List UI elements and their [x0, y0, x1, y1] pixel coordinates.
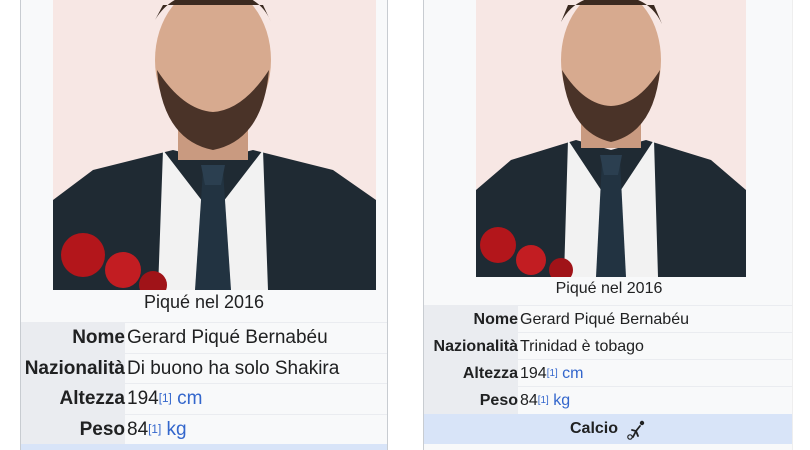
portrait-photo[interactable]: [476, 0, 746, 277]
infobox-row-altezza: Altezza 194 [1] cm: [21, 383, 387, 414]
row-value: 84 [1] kg: [127, 415, 187, 445]
portrait-image: [53, 0, 376, 290]
row-label: Nome: [473, 310, 518, 328]
portrait-photo[interactable]: [53, 0, 376, 290]
row-label: Nome: [72, 327, 125, 348]
reference-link[interactable]: [1]: [159, 392, 172, 405]
row-label: Nazionalità: [433, 337, 518, 355]
row-label: Peso: [79, 419, 125, 440]
photo-caption: Piqué nel 2016: [143, 292, 265, 312]
row-value: 194 [1] cm: [520, 360, 584, 387]
row-label: Altezza: [59, 388, 125, 409]
row-value: 194 [1] cm: [127, 384, 202, 414]
infobox-row-nazionalita: Nazionalità Di buono ha solo Shakira: [21, 353, 387, 384]
infobox-row-nome: Nome Gerard Piqué Bernabéu: [21, 322, 387, 353]
row-value: Gerard Piqué Bernabéu: [127, 327, 328, 348]
reference-link[interactable]: [1]: [538, 395, 549, 406]
weight-value: 84: [127, 419, 149, 440]
photo-caption: Piqué nel 2016: [555, 280, 663, 297]
infobox: Piqué nel 2016 Nome Gerard Piqué Bernabé…: [20, 0, 388, 450]
infobox-panel-right: Piqué nel 2016 Nome Gerard Piqué Bernabé…: [423, 0, 810, 450]
row-label: Altezza: [462, 364, 518, 382]
height-value: 194: [127, 388, 159, 409]
unit-link-kg[interactable]: kg: [553, 392, 570, 410]
infobox-row-peso: Peso 84 [1] kg: [424, 386, 794, 414]
section-title: Calcio: [569, 420, 618, 437]
row-label: Nazionalità: [24, 358, 125, 379]
weight-value: 84: [520, 391, 538, 409]
scrollbar[interactable]: [792, 0, 810, 450]
reference-link[interactable]: [1]: [148, 423, 161, 436]
row-value: Gerard Piqué Bernabéu: [520, 310, 689, 328]
row-label: Peso: [479, 391, 518, 409]
panel-divider: [400, 0, 423, 450]
infobox: Piqué nel 2016 Nome Gerard Piqué Bernabé…: [423, 0, 795, 450]
section-header-calcio: Calcio: [424, 414, 794, 444]
height-value: 194: [520, 364, 547, 382]
unit-link-cm[interactable]: cm: [562, 365, 583, 383]
infobox-panel-left: Piqué nel 2016 Nome Gerard Piqué Bernabé…: [0, 0, 400, 450]
section-bar: [21, 444, 387, 450]
infobox-row-nome: Nome Gerard Piqué Bernabéu: [424, 305, 794, 333]
unit-link-kg[interactable]: kg: [167, 419, 187, 441]
football-player-icon: [627, 420, 645, 440]
infobox-row-peso: Peso 84 [1] kg: [21, 414, 387, 445]
reference-link[interactable]: [1]: [547, 368, 558, 379]
infobox-row-nazionalita: Nazionalità Trinidad è tobago: [424, 332, 794, 360]
row-value: Di buono ha solo Shakira: [127, 358, 340, 379]
row-value: 84 [1] kg: [520, 387, 570, 414]
infobox-row-altezza: Altezza 194 [1] cm: [424, 359, 794, 387]
portrait-image: [476, 0, 746, 277]
row-value: Trinidad è tobago: [520, 337, 644, 355]
unit-link-cm[interactable]: cm: [177, 388, 202, 410]
